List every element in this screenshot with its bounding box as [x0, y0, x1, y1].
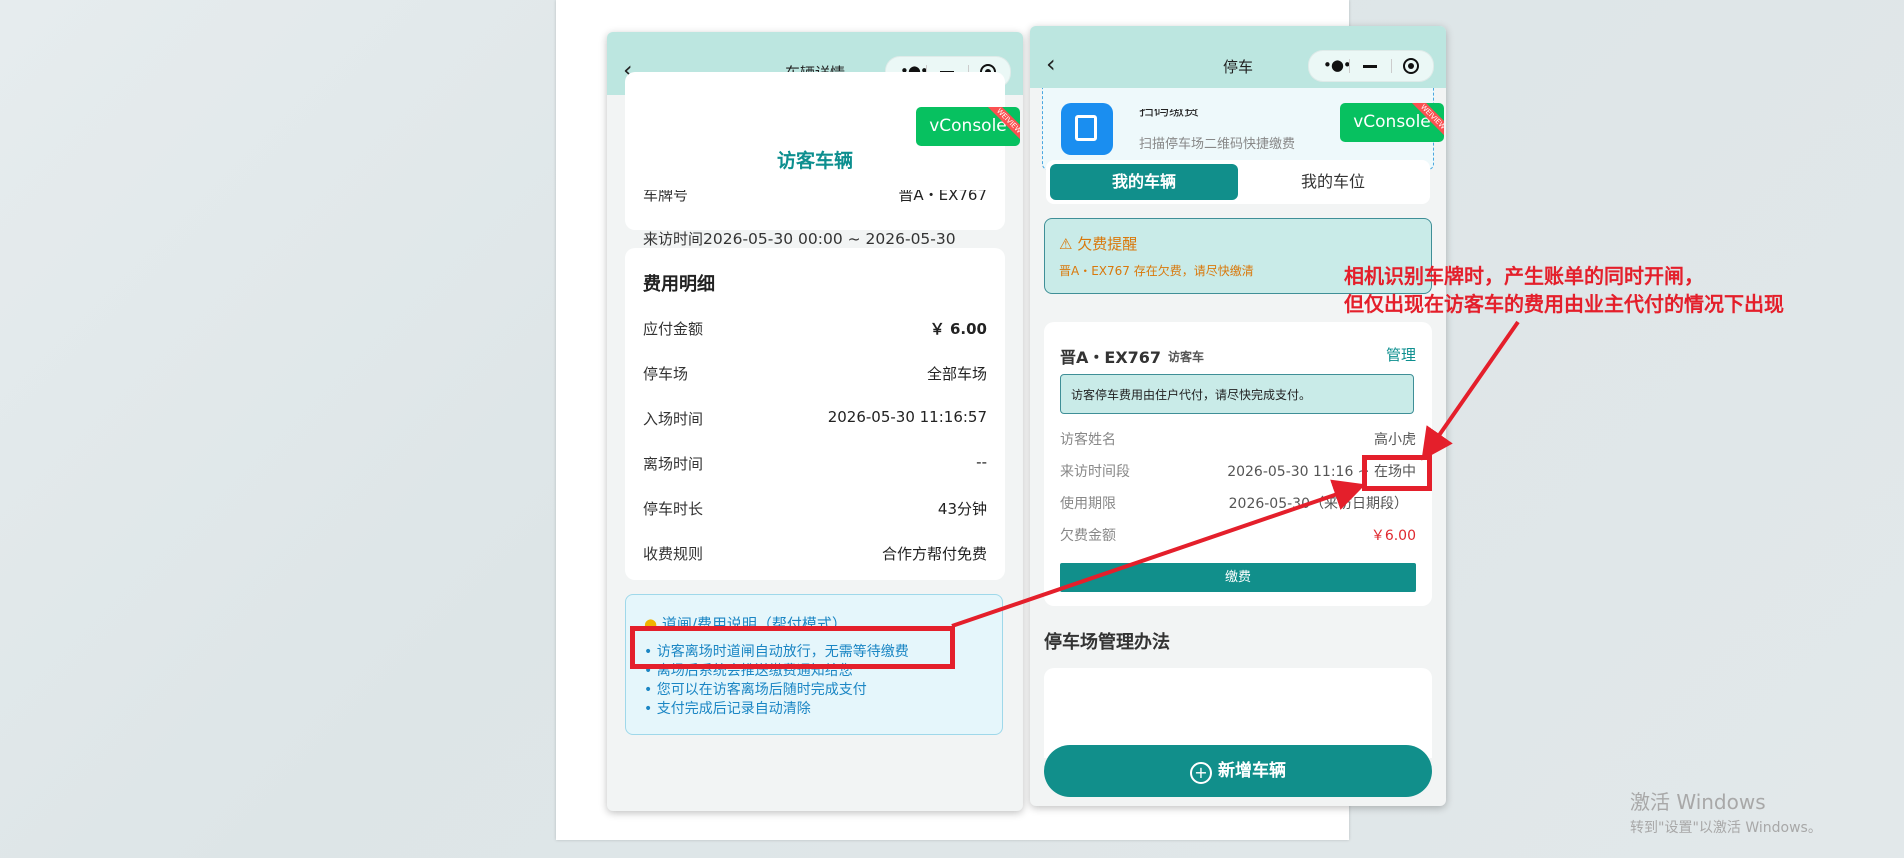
list-item: • 支付完成后记录自动清除: [644, 701, 811, 717]
vconsole-button[interactable]: vConsole WEIVIEW: [916, 107, 1020, 146]
info-row: 使用期限 2026-05-30（来访日期段）: [1060, 496, 1408, 512]
tab-my-vehicles[interactable]: 我的车辆: [1050, 164, 1238, 200]
vehicle-tabs: 我的车辆 我的车位: [1046, 160, 1430, 204]
vehicle-detail-screen: ‹ 车辆详情 •●• 访客车辆 车牌号 晋A・EX767 来访时间2026-05…: [607, 32, 1023, 811]
fee-row: 应付金额 ￥ 6.00: [643, 320, 987, 338]
visitor-title: 访客车辆: [776, 150, 853, 172]
tab-my-spaces[interactable]: 我的车位: [1240, 164, 1426, 200]
scan-desc: 扫描停车场二维码快捷缴费: [1139, 137, 1296, 152]
vehicle-tag: 访客车: [1168, 350, 1205, 364]
vehicle-plate: 晋A・EX767: [1060, 348, 1162, 367]
parking-screen: 扫码缴费 扫描停车场二维码快捷缴费 › ‹ 停车 •●• 我的车辆 我的车位 ⚠…: [1030, 26, 1446, 806]
fee-title: 费用明细: [643, 274, 715, 295]
arrears-desc: 晋A・EX767 存在欠费，请尽快缴清: [1059, 264, 1254, 278]
more-icon[interactable]: •●•: [1323, 56, 1352, 74]
fee-row: 入场时间 2026-05-30 11:16:57: [643, 408, 987, 428]
plate-label: 车牌号: [643, 190, 689, 204]
section-title: 停车场管理办法: [1044, 632, 1170, 653]
minimize-icon[interactable]: [1363, 65, 1377, 68]
info-row: 访客姓名 高小虎: [1060, 432, 1416, 448]
mini-program-capsule[interactable]: •●•: [1308, 50, 1434, 82]
add-vehicle-button[interactable]: + 新增车辆: [1044, 745, 1432, 797]
payer-notice: 访客停车费用由住户代付，请尽快完成支付。: [1060, 374, 1414, 414]
warning-icon: ⚠: [1059, 235, 1073, 253]
nav-bar: ‹ 停车 •●•: [1030, 26, 1446, 88]
scan-icon: [1061, 103, 1113, 155]
manage-link[interactable]: 管理: [1386, 344, 1416, 365]
visitor-card: 访客车辆 车牌号 晋A・EX767 来访时间2026-05-30 00:00 ~…: [625, 72, 1005, 267]
fee-detail-card: 费用明细 应付金额 ￥ 6.00 停车场 全部车场 入场时间 2026-05-3…: [625, 248, 1005, 580]
scan-title: 扫码缴费: [1139, 109, 1200, 119]
pay-button[interactable]: 缴费: [1060, 563, 1416, 592]
annotation-text: 相机识别车牌时，产生账单的同时开闸， 但仅出现在访客车的费用由业主代付的情况下出…: [1344, 264, 1784, 316]
info-row: 欠费金额 ￥6.00: [1060, 528, 1416, 544]
visit-time-label: 来访时间: [643, 230, 704, 248]
list-item: • 您可以在访客离场后随时完成支付: [644, 682, 867, 698]
fee-row: 收费规则 合作方帮付免费: [643, 545, 987, 563]
arrears-title: 欠费提醒: [1077, 235, 1138, 253]
annotation-box-in-field: [1362, 455, 1432, 491]
fee-row: 停车时长 43分钟: [643, 500, 987, 518]
windows-activation-watermark: 激活 Windows 转到"设置"以激活 Windows。: [1630, 790, 1822, 836]
close-target-icon[interactable]: [1403, 58, 1419, 74]
plus-circle-icon: +: [1190, 762, 1212, 784]
fee-row: 停车场 全部车场: [643, 365, 987, 383]
annotation-box-gate-release: [630, 626, 955, 669]
vconsole-button[interactable]: vConsole WEIVIEW: [1340, 103, 1444, 142]
plate-value: 晋A・EX767: [898, 190, 987, 204]
fee-row: 离场时间 --: [643, 453, 987, 473]
